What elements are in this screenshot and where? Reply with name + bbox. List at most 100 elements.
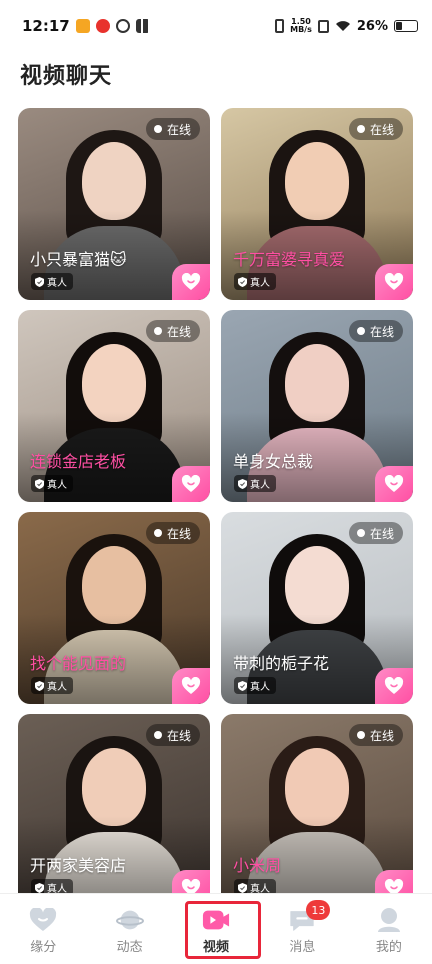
app-notification-icon <box>75 19 90 33</box>
online-badge: 在线 <box>348 724 403 746</box>
verified-label: 真人 <box>250 682 270 693</box>
online-badge: 在线 <box>145 320 200 342</box>
sync-icon <box>115 19 130 33</box>
heart-icon <box>181 475 201 492</box>
battery-percent: 26% <box>356 18 388 34</box>
wifi-icon <box>335 21 350 31</box>
verified-badge: 真人 <box>31 273 73 290</box>
verified-label: 真人 <box>47 480 67 491</box>
tab-planet[interactable]: 动态 <box>86 894 172 964</box>
tab-label: 消息 <box>289 940 316 955</box>
video-card[interactable]: 在线 小只暴富猫🐱 真人 <box>18 108 210 300</box>
tab-label: 我的 <box>375 940 402 955</box>
photo-face <box>82 142 146 220</box>
video-card[interactable]: 在线 单身女总裁 真人 <box>221 310 413 502</box>
page-title: 视频聊天 <box>20 64 113 89</box>
like-button[interactable] <box>172 466 210 502</box>
card-name: 小米周 <box>233 856 282 875</box>
online-badge: 在线 <box>348 118 403 140</box>
card-name: 开两家美容店 <box>30 856 127 875</box>
online-status-label: 在线 <box>166 122 191 137</box>
photo-face <box>285 546 349 624</box>
photo-face <box>82 546 146 624</box>
online-dot-icon <box>356 125 365 133</box>
verified-label: 真人 <box>47 682 67 693</box>
card-name: 连锁金店老板 <box>30 452 127 471</box>
active-tab-highlight <box>185 901 261 959</box>
tab-person[interactable]: 我的 <box>346 894 432 964</box>
sim-x-icon <box>317 19 329 33</box>
shield-icon <box>35 276 44 287</box>
shield-icon <box>35 882 44 893</box>
person-icon <box>375 907 403 933</box>
photo-face <box>82 344 146 422</box>
card-name: 千万富婆寻真爱 <box>233 250 346 269</box>
vibrate-icon <box>275 19 285 33</box>
photo-face <box>82 748 146 826</box>
verified-badge: 真人 <box>234 475 276 492</box>
card-name: 单身女总裁 <box>233 452 314 471</box>
online-badge: 在线 <box>348 522 403 544</box>
heart-icon <box>29 907 57 933</box>
online-dot-icon <box>153 125 162 133</box>
online-badge: 在线 <box>145 118 200 140</box>
video-card-grid: 在线 小只暴富猫🐱 真人 在线 千万富婆寻真爱 真人 在线 连锁金店老板 真人 … <box>18 108 414 906</box>
planet-icon <box>115 907 144 933</box>
tab-label: 缘分 <box>30 940 57 955</box>
heart-icon <box>384 677 404 694</box>
verified-badge: 真人 <box>234 677 276 694</box>
grid-icon <box>135 19 150 33</box>
shield-icon <box>35 680 44 691</box>
video-card[interactable]: 在线 千万富婆寻真爱 真人 <box>221 108 413 300</box>
like-button[interactable] <box>172 264 210 300</box>
battery-icon <box>394 20 418 32</box>
video-card[interactable]: 在线 连锁金店老板 真人 <box>18 310 210 502</box>
online-dot-icon <box>356 529 365 537</box>
verified-badge: 真人 <box>31 677 73 694</box>
online-badge: 在线 <box>145 522 200 544</box>
online-status-label: 在线 <box>369 122 394 137</box>
like-button[interactable] <box>172 668 210 704</box>
shield-icon <box>238 276 247 287</box>
verified-label: 真人 <box>47 278 67 289</box>
photo-face <box>285 142 349 220</box>
like-button[interactable] <box>375 668 413 704</box>
tab-label: 动态 <box>116 940 143 955</box>
video-card[interactable]: 在线 小米周 真人 <box>221 714 413 906</box>
online-dot-icon <box>356 327 365 335</box>
verified-badge: 真人 <box>234 273 276 290</box>
heart-icon <box>384 273 404 290</box>
online-status-label: 在线 <box>369 728 394 743</box>
video-card[interactable]: 在线 找个能见面的 真人 <box>18 512 210 704</box>
online-dot-icon <box>153 731 162 739</box>
unread-badge: 13 <box>306 900 331 920</box>
online-badge: 在线 <box>348 320 403 342</box>
video-card[interactable]: 在线 开两家美容店 真人 <box>18 714 210 906</box>
shield-icon <box>238 680 247 691</box>
online-dot-icon <box>153 327 162 335</box>
online-status-label: 在线 <box>369 526 394 541</box>
card-name: 找个能见面的 <box>30 654 127 673</box>
online-dot-icon <box>153 529 162 537</box>
shield-icon <box>35 478 44 489</box>
video-card[interactable]: 在线 带刺的栀子花 真人 <box>221 512 413 704</box>
status-bar: 12:17 1.50 MB/s 26% <box>0 0 432 52</box>
heart-icon <box>181 677 201 694</box>
heart-icon <box>384 475 404 492</box>
verified-label: 真人 <box>250 278 270 289</box>
online-status-label: 在线 <box>369 324 394 339</box>
verified-label: 真人 <box>250 480 270 491</box>
like-button[interactable] <box>375 466 413 502</box>
online-status-label: 在线 <box>166 526 191 541</box>
heart-icon <box>181 273 201 290</box>
online-dot-icon <box>356 731 365 739</box>
status-time: 12:17 <box>22 17 70 35</box>
verified-badge: 真人 <box>31 475 73 492</box>
tab-chat-bubble[interactable]: 消息 13 <box>259 894 345 964</box>
online-badge: 在线 <box>145 724 200 746</box>
photo-face <box>285 748 349 826</box>
shield-icon <box>238 882 247 893</box>
tab-heart[interactable]: 缘分 <box>0 894 86 964</box>
net-speed: 1.50 MB/s <box>290 18 312 34</box>
like-button[interactable] <box>375 264 413 300</box>
